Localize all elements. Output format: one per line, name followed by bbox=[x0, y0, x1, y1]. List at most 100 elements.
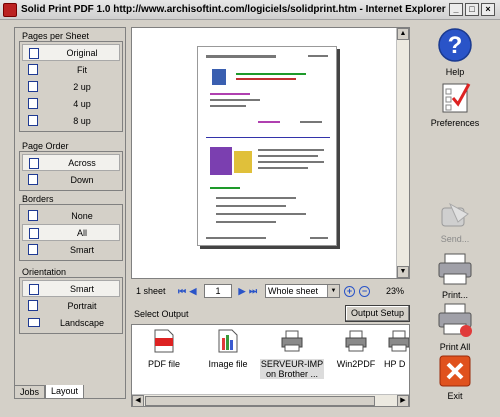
page-range-select[interactable]: Whole sheet ▼ bbox=[265, 284, 340, 298]
borders-title: Borders bbox=[22, 194, 54, 204]
portrait-icon bbox=[28, 300, 38, 311]
option-4-up[interactable]: 4 up bbox=[22, 95, 120, 112]
prev-page-icon[interactable]: ◀ bbox=[188, 286, 198, 296]
scroll-up-arrow[interactable]: ▲ bbox=[397, 28, 409, 40]
output-label: HP D bbox=[384, 359, 406, 369]
page-number-input[interactable]: 1 bbox=[204, 284, 232, 298]
panel-tabs: Jobs Layout bbox=[14, 385, 85, 399]
logo-image bbox=[212, 69, 226, 85]
smart-orientation-icon bbox=[29, 284, 39, 295]
help-icon: ? bbox=[438, 28, 472, 62]
preferences-button[interactable]: Preferences bbox=[427, 80, 483, 128]
page-order-title: Page Order bbox=[22, 141, 69, 151]
exit-icon bbox=[439, 355, 471, 387]
output-label: Image file bbox=[208, 359, 248, 369]
send-icon bbox=[441, 202, 469, 227]
print-label: Print... bbox=[441, 290, 468, 300]
product-image bbox=[234, 151, 252, 173]
print-all-icon bbox=[438, 303, 472, 337]
output-label: SERVEUR-IMP on Brother ... bbox=[260, 359, 324, 379]
zoom-level: 23% bbox=[386, 286, 405, 296]
sheet-count: 1 sheet bbox=[136, 286, 166, 296]
output-horizontal-scrollbar[interactable]: ◀ ▶ bbox=[132, 394, 409, 406]
option-8-up[interactable]: 8 up bbox=[22, 112, 120, 129]
output-label: Win2PDF bbox=[336, 359, 376, 369]
option-down[interactable]: Down bbox=[22, 171, 120, 188]
option-all[interactable]: All bbox=[22, 224, 120, 241]
option-portrait[interactable]: Portrait bbox=[22, 297, 120, 314]
exit-button[interactable]: Exit bbox=[427, 355, 483, 401]
page-icon bbox=[29, 48, 39, 59]
scroll-down-arrow[interactable]: ▼ bbox=[397, 266, 409, 278]
print-preview[interactable]: ▲ ▼ bbox=[131, 27, 410, 279]
first-page-icon[interactable]: ⏮ bbox=[177, 286, 187, 296]
option-smart-orientation[interactable]: Smart bbox=[22, 280, 120, 297]
pdf-file-icon bbox=[154, 329, 174, 353]
page-thumbnail bbox=[197, 46, 337, 246]
output-serveur-imp[interactable]: SERVEUR-IMP on Brother ... bbox=[260, 327, 324, 379]
svg-text:?: ? bbox=[448, 32, 463, 59]
output-pdf-file[interactable]: PDF file bbox=[132, 327, 196, 369]
two-up-icon bbox=[28, 81, 38, 92]
pages-per-sheet-group: Pages per Sheet Original Fit 2 up 4 up 8… bbox=[19, 31, 123, 132]
send-button[interactable]: Send... bbox=[427, 200, 483, 244]
last-page-icon[interactable]: ⏭ bbox=[248, 286, 258, 296]
option-2-up[interactable]: 2 up bbox=[22, 78, 120, 95]
down-icon bbox=[28, 174, 38, 185]
maximize-button[interactable]: □ bbox=[465, 3, 479, 16]
chevron-down-icon[interactable]: ▼ bbox=[327, 285, 339, 297]
option-smart-border[interactable]: Smart bbox=[22, 241, 120, 258]
across-icon bbox=[29, 158, 39, 169]
output-label: PDF file bbox=[147, 359, 180, 369]
zoom-out-icon[interactable]: − bbox=[359, 285, 370, 297]
output-win2pdf[interactable]: Win2PDF bbox=[324, 327, 388, 369]
select-output-label: Select Output bbox=[134, 309, 189, 319]
scroll-right-arrow[interactable]: ▶ bbox=[397, 395, 409, 406]
orientation-group: Orientation Smart Portrait Landscape bbox=[19, 267, 123, 334]
layout-panel: Pages per Sheet Original Fit 2 up 4 up 8… bbox=[14, 27, 126, 399]
output-hp[interactable]: HP D bbox=[384, 327, 409, 369]
no-border-icon bbox=[28, 210, 38, 221]
option-across[interactable]: Across bbox=[22, 154, 120, 171]
scroll-left-arrow[interactable]: ◀ bbox=[132, 395, 144, 406]
output-setup-button[interactable]: Output Setup bbox=[345, 305, 410, 322]
option-landscape[interactable]: Landscape bbox=[22, 314, 120, 331]
all-borders-icon bbox=[29, 228, 39, 239]
option-fit[interactable]: Fit bbox=[22, 61, 120, 78]
output-list: PDF file Image file SERVEUR-IMP on Broth… bbox=[131, 324, 410, 407]
preferences-icon bbox=[442, 83, 471, 113]
close-button[interactable]: × bbox=[481, 3, 495, 16]
scroll-thumb[interactable] bbox=[145, 396, 375, 406]
preview-vertical-scrollbar[interactable]: ▲ ▼ bbox=[396, 28, 409, 278]
fit-icon bbox=[28, 64, 38, 75]
zoom-in-icon[interactable]: + bbox=[344, 285, 355, 297]
tab-layout[interactable]: Layout bbox=[45, 385, 85, 399]
help-button[interactable]: ? Help bbox=[427, 27, 483, 77]
next-page-icon[interactable]: ▶ bbox=[237, 286, 247, 296]
tab-jobs[interactable]: Jobs bbox=[14, 385, 46, 399]
page-order-group: Page Order Across Down bbox=[19, 141, 123, 191]
pages-per-sheet-title: Pages per Sheet bbox=[22, 31, 90, 41]
borders-group: Borders None All Smart bbox=[19, 194, 123, 261]
output-image-file[interactable]: Image file bbox=[196, 327, 260, 369]
option-none[interactable]: None bbox=[22, 207, 120, 224]
option-original[interactable]: Original bbox=[22, 44, 120, 61]
printer-icon bbox=[281, 330, 303, 352]
page-navigation-bar: 1 sheet ⏮ ◀ 1 ▶ ⏭ Whole sheet ▼ + − 23% bbox=[131, 283, 410, 299]
printer-icon bbox=[345, 330, 367, 352]
smart-border-icon bbox=[28, 244, 38, 255]
window-title: Solid Print PDF 1.0 http://www.archisoft… bbox=[21, 4, 446, 15]
printer-icon bbox=[438, 253, 472, 285]
title-bar: Solid Print PDF 1.0 http://www.archisoft… bbox=[0, 0, 500, 20]
image-file-icon bbox=[218, 329, 238, 353]
send-label: Send... bbox=[440, 234, 470, 244]
exit-label: Exit bbox=[447, 391, 463, 401]
print-button[interactable]: Print... bbox=[427, 252, 483, 300]
page-range-value: Whole sheet bbox=[268, 286, 319, 296]
print-all-button[interactable]: Print All bbox=[427, 302, 483, 352]
print-all-label: Print All bbox=[439, 342, 471, 352]
eight-up-icon bbox=[28, 115, 38, 126]
minimize-button[interactable]: _ bbox=[449, 3, 463, 16]
printer-icon bbox=[388, 330, 409, 352]
preferences-label: Preferences bbox=[430, 118, 480, 128]
